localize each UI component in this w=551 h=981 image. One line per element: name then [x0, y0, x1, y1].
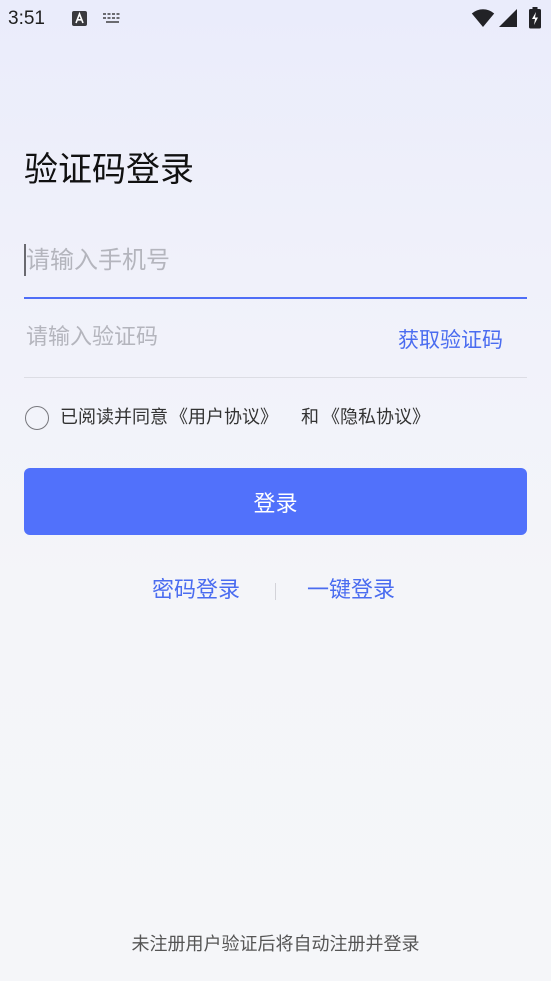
privacy-policy-link[interactable]: 《隐私协议》 [322, 406, 430, 430]
one-click-login-link[interactable]: 一键登录 [307, 578, 395, 604]
verification-code-input[interactable] [24, 310, 364, 364]
battery-charging-icon [529, 7, 541, 29]
page-title: 验证码登录 [24, 150, 194, 190]
signal-icon [499, 9, 517, 27]
get-code-button[interactable]: 获取验证码 [398, 327, 503, 353]
keyboard-icon [103, 13, 120, 23]
phone-input[interactable] [24, 230, 527, 299]
agreement-checkbox[interactable] [25, 406, 49, 430]
status-time: 3:51 [8, 8, 45, 29]
password-login-link[interactable]: 密码登录 [152, 578, 240, 604]
wifi-icon [471, 9, 495, 27]
text-caret [24, 244, 26, 276]
verification-code-row: 获取验证码 [24, 300, 527, 378]
registration-notice: 未注册用户验证后将自动注册并登录 [131, 934, 420, 955]
user-agreement-link[interactable]: 《用户协议》 [170, 406, 278, 430]
text-a-icon [72, 11, 87, 26]
login-button[interactable]: 登录 [24, 468, 527, 535]
agreement-and-text: 和 [301, 407, 319, 428]
agreement-prefix-text: 已阅读并同意 [60, 407, 168, 428]
alt-login-divider [275, 583, 276, 600]
